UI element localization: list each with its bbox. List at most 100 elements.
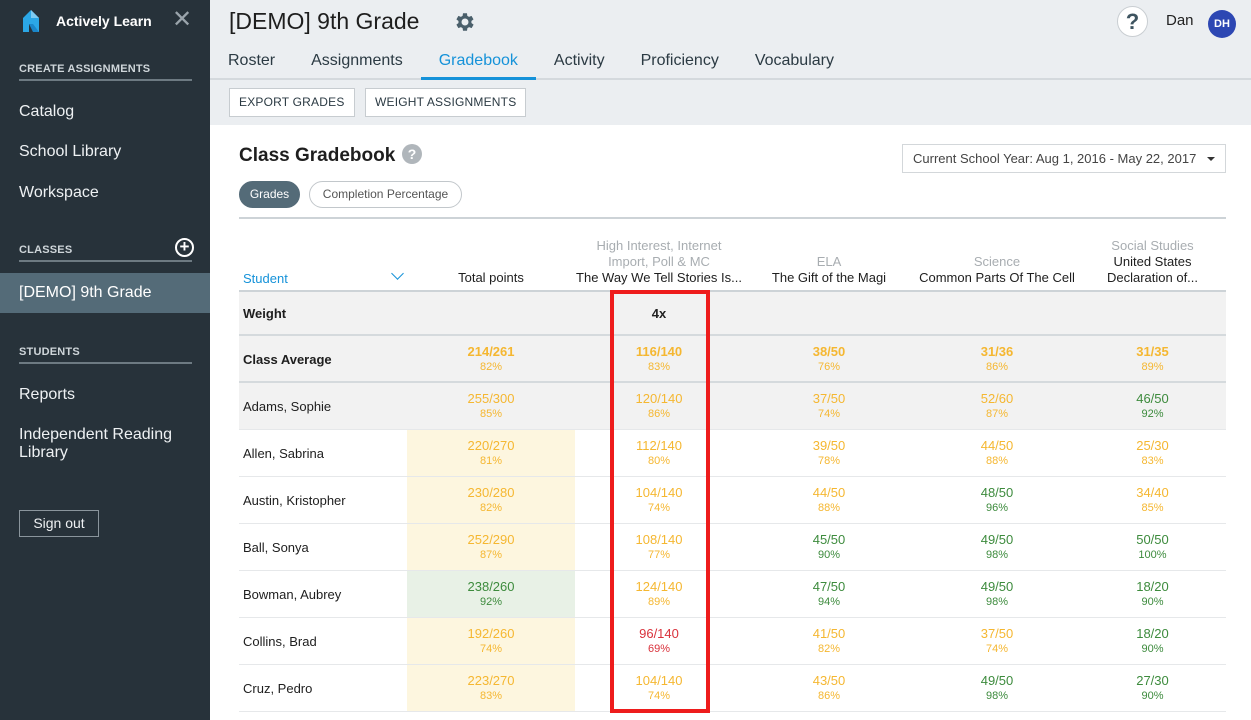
user-name[interactable]: Dan bbox=[1166, 12, 1194, 29]
total-points-cell[interactable]: 223/270 83% bbox=[407, 665, 575, 711]
student-name[interactable]: Collins, Brad bbox=[243, 618, 317, 665]
tab-roster[interactable]: Roster bbox=[210, 48, 293, 80]
page-title: Class Gradebook bbox=[239, 145, 396, 166]
percent: 78% bbox=[817, 455, 841, 467]
sidebar-item-school-library[interactable]: School Library bbox=[19, 143, 121, 161]
score: 37/50 bbox=[812, 391, 846, 406]
table-body: Class Average 214/261 82% 116/140 83% 38/50 76… bbox=[239, 336, 1226, 712]
grade-cell[interactable]: 50/50 100% bbox=[1079, 524, 1226, 570]
grade-cell[interactable]: 18/20 90% bbox=[1079, 571, 1226, 617]
score: 50/50 bbox=[1136, 532, 1169, 547]
grade-cell[interactable]: 31/36 86% bbox=[915, 336, 1079, 381]
total-points-cell[interactable]: 238/260 92% bbox=[407, 571, 575, 617]
percent: 76% bbox=[817, 361, 841, 373]
percent: 77% bbox=[647, 549, 671, 561]
tab-activity[interactable]: Activity bbox=[536, 48, 623, 80]
grade-cell[interactable]: 116/140 83% bbox=[575, 336, 743, 381]
student-column-header[interactable]: Student bbox=[243, 271, 288, 286]
export-grades-button[interactable]: EXPORT GRADES bbox=[229, 88, 355, 117]
percent: 74% bbox=[647, 502, 671, 514]
grade-cell[interactable]: 49/50 98% bbox=[915, 571, 1079, 617]
student-name[interactable]: Bowman, Aubrey bbox=[243, 571, 341, 618]
grade-cell[interactable]: 43/50 86% bbox=[743, 665, 915, 711]
toolbar: EXPORT GRADES WEIGHT ASSIGNMENTS bbox=[210, 80, 1251, 125]
grade-cell[interactable]: 25/30 83% bbox=[1079, 430, 1226, 476]
gradebook-table: Student Total points High Interest, Inte… bbox=[239, 217, 1226, 712]
tab-proficiency[interactable]: Proficiency bbox=[623, 48, 737, 80]
score: 46/50 bbox=[1136, 391, 1169, 406]
student-name[interactable]: Cruz, Pedro bbox=[243, 665, 312, 712]
grade-cell[interactable]: 34/40 85% bbox=[1079, 477, 1226, 523]
student-name[interactable]: Adams, Sophie bbox=[243, 383, 331, 430]
avatar[interactable]: DH bbox=[1208, 10, 1236, 38]
grade-cell[interactable]: 46/50 92% bbox=[1079, 383, 1226, 429]
grade-cell[interactable]: 39/50 78% bbox=[743, 430, 915, 476]
grade-cell[interactable]: 124/140 89% bbox=[575, 571, 743, 617]
help-icon[interactable]: ? bbox=[1117, 6, 1148, 37]
student-name[interactable]: Ball, Sonya bbox=[243, 524, 309, 571]
table-row: Ball, Sonya 252/290 87% 108/140 77% 45/50 90% 4… bbox=[239, 524, 1226, 571]
score: 45/50 bbox=[812, 532, 846, 547]
sidebar-item-active-class[interactable]: [DEMO] 9th Grade bbox=[0, 273, 210, 313]
grade-cell[interactable]: 49/50 98% bbox=[915, 524, 1079, 570]
grade-cell[interactable]: 49/50 98% bbox=[915, 665, 1079, 711]
date-range-select[interactable]: Current School Year: Aug 1, 2016 - May 2… bbox=[902, 144, 1226, 173]
grade-cell[interactable]: 45/50 90% bbox=[743, 524, 915, 570]
table-row: Adams, Sophie 255/300 85% 120/140 86% 37/50 74… bbox=[239, 383, 1226, 430]
tab-gradebook[interactable]: Gradebook bbox=[420, 48, 536, 80]
grade-cell[interactable]: 96/140 69% bbox=[575, 618, 743, 664]
grade-cell[interactable]: 18/20 90% bbox=[1079, 618, 1226, 664]
completion-percentage-toggle[interactable]: Completion Percentage bbox=[309, 181, 462, 208]
total-points-cell[interactable]: 230/280 82% bbox=[407, 477, 575, 523]
chevron-down-icon[interactable] bbox=[391, 267, 404, 280]
grade-cell[interactable]: 120/140 86% bbox=[575, 383, 743, 429]
grade-cell[interactable]: 44/50 88% bbox=[915, 430, 1079, 476]
student-name[interactable]: Austin, Kristopher bbox=[243, 477, 346, 524]
sidebar-item-reports[interactable]: Reports bbox=[19, 386, 75, 404]
grade-cell[interactable]: 104/140 74% bbox=[575, 477, 743, 523]
percent: 74% bbox=[817, 408, 841, 420]
sidebar-item-workspace[interactable]: Workspace bbox=[19, 184, 99, 202]
total-points-cell[interactable]: 192/260 74% bbox=[407, 618, 575, 664]
grade-cell[interactable]: 48/50 96% bbox=[915, 477, 1079, 523]
assignment-header[interactable]: Social Studies United States Declaration… bbox=[1079, 238, 1226, 286]
grade-cell[interactable]: 104/140 74% bbox=[575, 665, 743, 711]
grade-cell[interactable]: 47/50 94% bbox=[743, 571, 915, 617]
assignment-header[interactable]: ELA The Gift of the Magi bbox=[743, 254, 915, 286]
total-points-cell[interactable]: 255/300 85% bbox=[407, 383, 575, 429]
weight-assignments-button[interactable]: WEIGHT ASSIGNMENTS bbox=[365, 88, 527, 117]
assignment-header[interactable]: Science Common Parts Of The Cell bbox=[915, 254, 1079, 286]
close-sidebar-icon[interactable]: ✕ bbox=[172, 8, 192, 32]
grade-cell[interactable]: 31/35 89% bbox=[1079, 336, 1226, 381]
score: 25/30 bbox=[1136, 438, 1169, 453]
total-points-cell[interactable]: 220/270 81% bbox=[407, 430, 575, 476]
tab-vocabulary[interactable]: Vocabulary bbox=[737, 48, 852, 80]
brand[interactable]: Actively Learn bbox=[20, 8, 152, 34]
gradebook-help-icon[interactable]: ? bbox=[402, 144, 422, 164]
gear-icon[interactable] bbox=[453, 10, 477, 34]
grade-cell[interactable]: 38/50 76% bbox=[743, 336, 915, 381]
grade-cell[interactable]: 112/140 80% bbox=[575, 430, 743, 476]
assignment-title: United States Declaration of... bbox=[1106, 254, 1199, 285]
total-points-cell[interactable]: 252/290 87% bbox=[407, 524, 575, 570]
grade-cell[interactable]: 52/60 87% bbox=[915, 383, 1079, 429]
sign-out-button[interactable]: Sign out bbox=[19, 510, 99, 537]
student-name[interactable]: Allen, Sabrina bbox=[243, 430, 324, 477]
assignment-title: The Gift of the Magi bbox=[771, 270, 887, 285]
grade-cell[interactable]: 37/50 74% bbox=[915, 618, 1079, 664]
grade-cell[interactable]: 37/50 74% bbox=[743, 383, 915, 429]
grade-cell[interactable]: 41/50 82% bbox=[743, 618, 915, 664]
sidebar-item-independent-reading-library[interactable]: Independent Reading Library bbox=[19, 426, 189, 462]
grades-toggle[interactable]: Grades bbox=[239, 181, 300, 208]
sidebar-item-catalog[interactable]: Catalog bbox=[19, 103, 74, 121]
add-class-icon[interactable]: + bbox=[175, 238, 194, 257]
score: 44/50 bbox=[980, 438, 1014, 453]
grade-cell[interactable]: 44/50 88% bbox=[743, 477, 915, 523]
total-points-cell[interactable]: 214/261 82% bbox=[407, 336, 575, 381]
total-points-header[interactable]: Total points bbox=[407, 270, 575, 286]
grade-cell[interactable]: 108/140 77% bbox=[575, 524, 743, 570]
assignment-header[interactable]: High Interest, Internet Import, Poll & M… bbox=[575, 238, 743, 286]
tab-assignments[interactable]: Assignments bbox=[293, 48, 421, 80]
grade-cell[interactable]: 27/30 90% bbox=[1079, 665, 1226, 711]
class-title: [DEMO] 9th Grade bbox=[229, 8, 420, 34]
